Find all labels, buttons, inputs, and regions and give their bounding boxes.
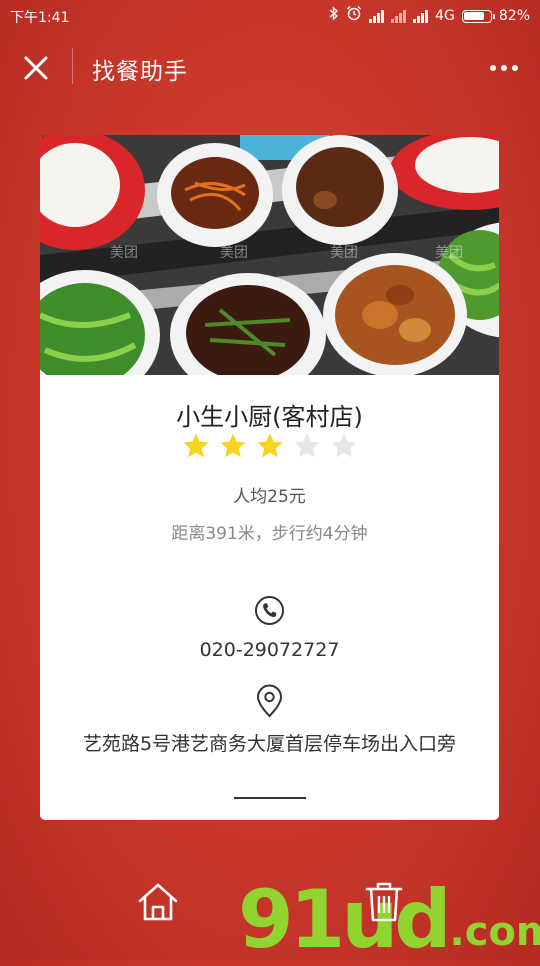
- location-pin-icon[interactable]: [254, 684, 285, 718]
- more-icon-dot: [501, 65, 507, 71]
- star-filled-icon: [220, 433, 245, 458]
- address-underline: [234, 797, 306, 799]
- trash-icon: [365, 882, 403, 922]
- alarm-icon: [346, 5, 362, 27]
- distance-info: 距离391米，步行约4分钟: [171, 524, 368, 544]
- signal-icon: [391, 9, 407, 23]
- phone-icon[interactable]: [254, 595, 285, 626]
- star-filled-icon: [257, 433, 282, 458]
- svg-text:美团: 美团: [330, 245, 358, 261]
- page-title: 找餐助手: [92, 59, 188, 85]
- nav-divider: [72, 48, 73, 84]
- rating-stars: [40, 432, 499, 460]
- more-button[interactable]: [486, 56, 522, 80]
- star-empty-icon: [331, 433, 356, 458]
- close-button[interactable]: [18, 50, 54, 86]
- bluetooth-icon: [329, 5, 339, 27]
- battery-percent: 82%: [498, 8, 530, 24]
- status-bar: 下午1:41 4G 82%: [0, 0, 540, 32]
- svg-text:美团: 美团: [110, 245, 138, 261]
- more-icon-dot: [512, 65, 518, 71]
- status-time: 下午1:41: [10, 10, 70, 26]
- signal-icon: [369, 9, 385, 23]
- svg-text:美团: 美团: [220, 245, 248, 261]
- signal-icon: [413, 9, 429, 23]
- status-icons: 4G 82%: [329, 5, 530, 27]
- svg-text:美团: 美团: [435, 245, 463, 261]
- battery-fill: [464, 12, 485, 20]
- address[interactable]: 艺苑路5号港艺商务大厦首层停车场出入口旁: [70, 730, 469, 759]
- average-price: 人均25元: [233, 487, 306, 507]
- delete-button[interactable]: [364, 880, 404, 924]
- restaurant-photo: 美团 美团 美团 美团: [40, 135, 499, 375]
- star-filled-icon: [183, 433, 208, 458]
- home-button[interactable]: [136, 880, 180, 924]
- watermark-logo: 91ud: [238, 873, 452, 966]
- phone-number[interactable]: 020-29072727: [40, 639, 499, 661]
- watermark-suffix: .com: [449, 909, 540, 955]
- restaurant-name: 小生小厨(客村店): [176, 403, 363, 431]
- star-empty-icon: [294, 433, 319, 458]
- home-icon: [138, 883, 178, 921]
- nav-bar: 找餐助手: [0, 40, 540, 94]
- network-type: 4G: [435, 8, 455, 24]
- battery-icon: [461, 9, 495, 23]
- more-icon: [490, 65, 496, 71]
- close-icon: [24, 56, 48, 80]
- restaurant-card: 美团 美团 美团 美团 小生小厨(客村店) 人均25元 距离391米，步行约4分…: [40, 135, 499, 820]
